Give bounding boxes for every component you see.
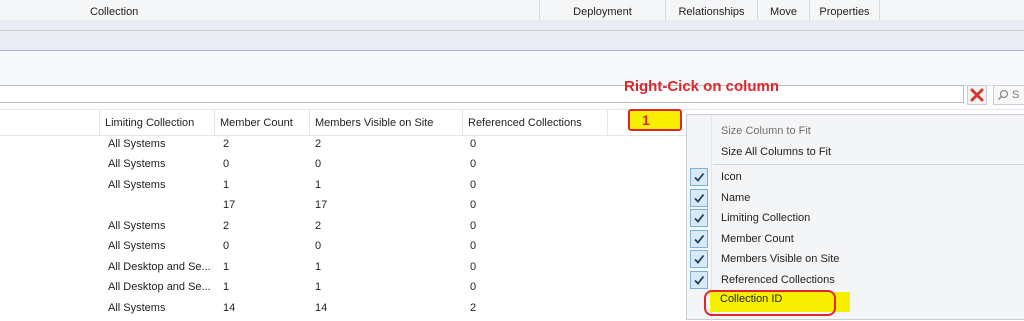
menu-item-referenced-collections[interactable]: Referenced Collections (687, 270, 1024, 290)
ribbon-group-label: Deployment (573, 6, 632, 18)
cell-members-visible: 14 (315, 302, 328, 314)
annotation-step-number: 1 (642, 112, 650, 128)
menu-item-size-column-to-fit[interactable]: Size Column to Fit (687, 121, 1024, 141)
menu-item-label: Members Visible on Site (721, 253, 840, 265)
cell-referenced-collections: 0 (470, 158, 477, 170)
toolbar-area (0, 51, 1024, 86)
cell-members-visible: 1 (315, 179, 322, 191)
cell-referenced-collections: 0 (470, 199, 477, 211)
menu-item-label: Size All Columns to Fit (721, 146, 832, 158)
menu-item-label: Referenced Collections (721, 274, 835, 286)
menu-item-label: Member Count (721, 233, 794, 245)
checkmark-icon (690, 271, 708, 289)
menu-item-members-visible-on-site[interactable]: Members Visible on Site (687, 249, 1024, 269)
table-row[interactable]: All Systems 2 2 0 (0, 135, 690, 155)
cell-members-visible: 1 (315, 261, 322, 273)
table-row[interactable]: All Systems 14 14 2 (0, 299, 690, 319)
table-row[interactable]: 17 17 0 (0, 196, 690, 216)
table-row[interactable]: All Systems 0 0 0 (0, 237, 690, 257)
cell-limiting-collection: All Desktop and Se... (108, 261, 211, 273)
cell-members-visible: 1 (315, 281, 322, 293)
cell-members-visible: 2 (315, 220, 322, 232)
cell-member-count: 0 (223, 158, 230, 170)
ribbon-group-relationships: Relationships (666, 0, 758, 20)
cell-member-count: 2 (223, 220, 230, 232)
cell-limiting-collection: All Systems (108, 302, 166, 314)
cell-member-count: 1 (223, 179, 230, 191)
ribbon-group-move: Move (758, 0, 810, 20)
ribbon-group-label: Relationships (678, 6, 745, 18)
cell-members-visible: 2 (315, 138, 322, 150)
ribbon-group-collection: Collection (0, 0, 540, 20)
ribbon-group-properties: Properties (810, 0, 880, 20)
cell-limiting-collection: All Systems (108, 220, 166, 232)
breadcrumb-bar (0, 20, 1024, 51)
cell-limiting-collection: All Desktop and Se... (108, 281, 211, 293)
checkmark-icon (690, 250, 708, 268)
cell-referenced-collections: 0 (470, 220, 477, 232)
checkmark-icon (690, 209, 708, 227)
column-header-members-visible[interactable]: Members Visible on Site (310, 110, 463, 135)
cell-referenced-collections: 2 (470, 302, 477, 314)
cell-referenced-collections: 0 (470, 179, 477, 191)
menu-item-icon[interactable]: Icon (687, 167, 1024, 187)
table-row[interactable]: All Systems 0 0 0 (0, 155, 690, 175)
menu-item-member-count[interactable]: Member Count (687, 229, 1024, 249)
cell-limiting-collection: All Systems (108, 179, 166, 191)
cell-limiting-collection (103, 196, 218, 216)
clear-search-button[interactable] (967, 85, 987, 105)
cell-referenced-collections: 0 (470, 261, 477, 273)
ribbon-group-bar: Collection Deployment Relationships Move… (0, 0, 1024, 21)
ribbon-group-label: Properties (819, 6, 870, 18)
cell-limiting-collection: All Systems (108, 240, 166, 252)
cell-member-count: 1 (223, 281, 230, 293)
menu-item-label: Size Column to Fit (721, 125, 811, 137)
column-header-name[interactable] (0, 110, 100, 135)
cell-referenced-collections: 0 (470, 138, 477, 150)
menu-item-name[interactable]: Name (687, 188, 1024, 208)
collection-id-annotation-outline (704, 290, 836, 316)
annotation-step-badge: 1 (628, 109, 682, 131)
cell-members-visible: 17 (315, 199, 328, 211)
cell-members-visible: 0 (315, 158, 322, 170)
column-header-member-count[interactable]: Member Count (215, 110, 310, 135)
menu-separator (713, 164, 1024, 165)
cell-member-count: 1 (223, 261, 230, 273)
checkmark-icon (690, 168, 708, 186)
cell-referenced-collections: 0 (470, 281, 477, 293)
cell-member-count: 14 (223, 302, 236, 314)
ribbon-group-deployment: Deployment (540, 0, 666, 20)
menu-item-limiting-collection[interactable]: Limiting Collection (687, 208, 1024, 228)
cell-limiting-collection: All Systems (108, 138, 166, 150)
table-row[interactable]: All Systems 2 2 0 (0, 217, 690, 237)
ribbon-group-label: Move (770, 6, 797, 18)
menu-item-label: Limiting Collection (721, 212, 811, 224)
checkmark-icon (690, 230, 708, 248)
cell-members-visible: 0 (315, 240, 322, 252)
search-button[interactable]: S (993, 85, 1024, 105)
search-button-label: S (1012, 89, 1020, 101)
cell-member-count: 17 (223, 199, 236, 211)
close-icon (970, 88, 984, 102)
checkmark-icon (690, 189, 708, 207)
cell-member-count: 2 (223, 138, 230, 150)
column-header-referenced-collections[interactable]: Referenced Collections (463, 110, 608, 135)
cell-limiting-collection: All Systems (108, 158, 166, 170)
menu-item-label: Name (721, 192, 751, 204)
search-input[interactable] (0, 85, 964, 103)
menu-item-size-all-columns-to-fit[interactable]: Size All Columns to Fit (687, 142, 1024, 162)
cell-member-count: 0 (223, 240, 230, 252)
table-row[interactable]: All Systems 1 1 0 (0, 176, 690, 196)
annotation-title: Right-Cick on column (624, 78, 779, 95)
table-row[interactable]: All Desktop and Se... 1 1 0 (0, 278, 690, 298)
column-header-limiting-collection[interactable]: Limiting Collection (100, 110, 215, 135)
search-icon (998, 89, 1009, 100)
menu-item-label: Icon (721, 171, 742, 183)
table-row[interactable]: All Desktop and Se... 1 1 0 (0, 258, 690, 278)
cell-referenced-collections: 0 (470, 240, 477, 252)
